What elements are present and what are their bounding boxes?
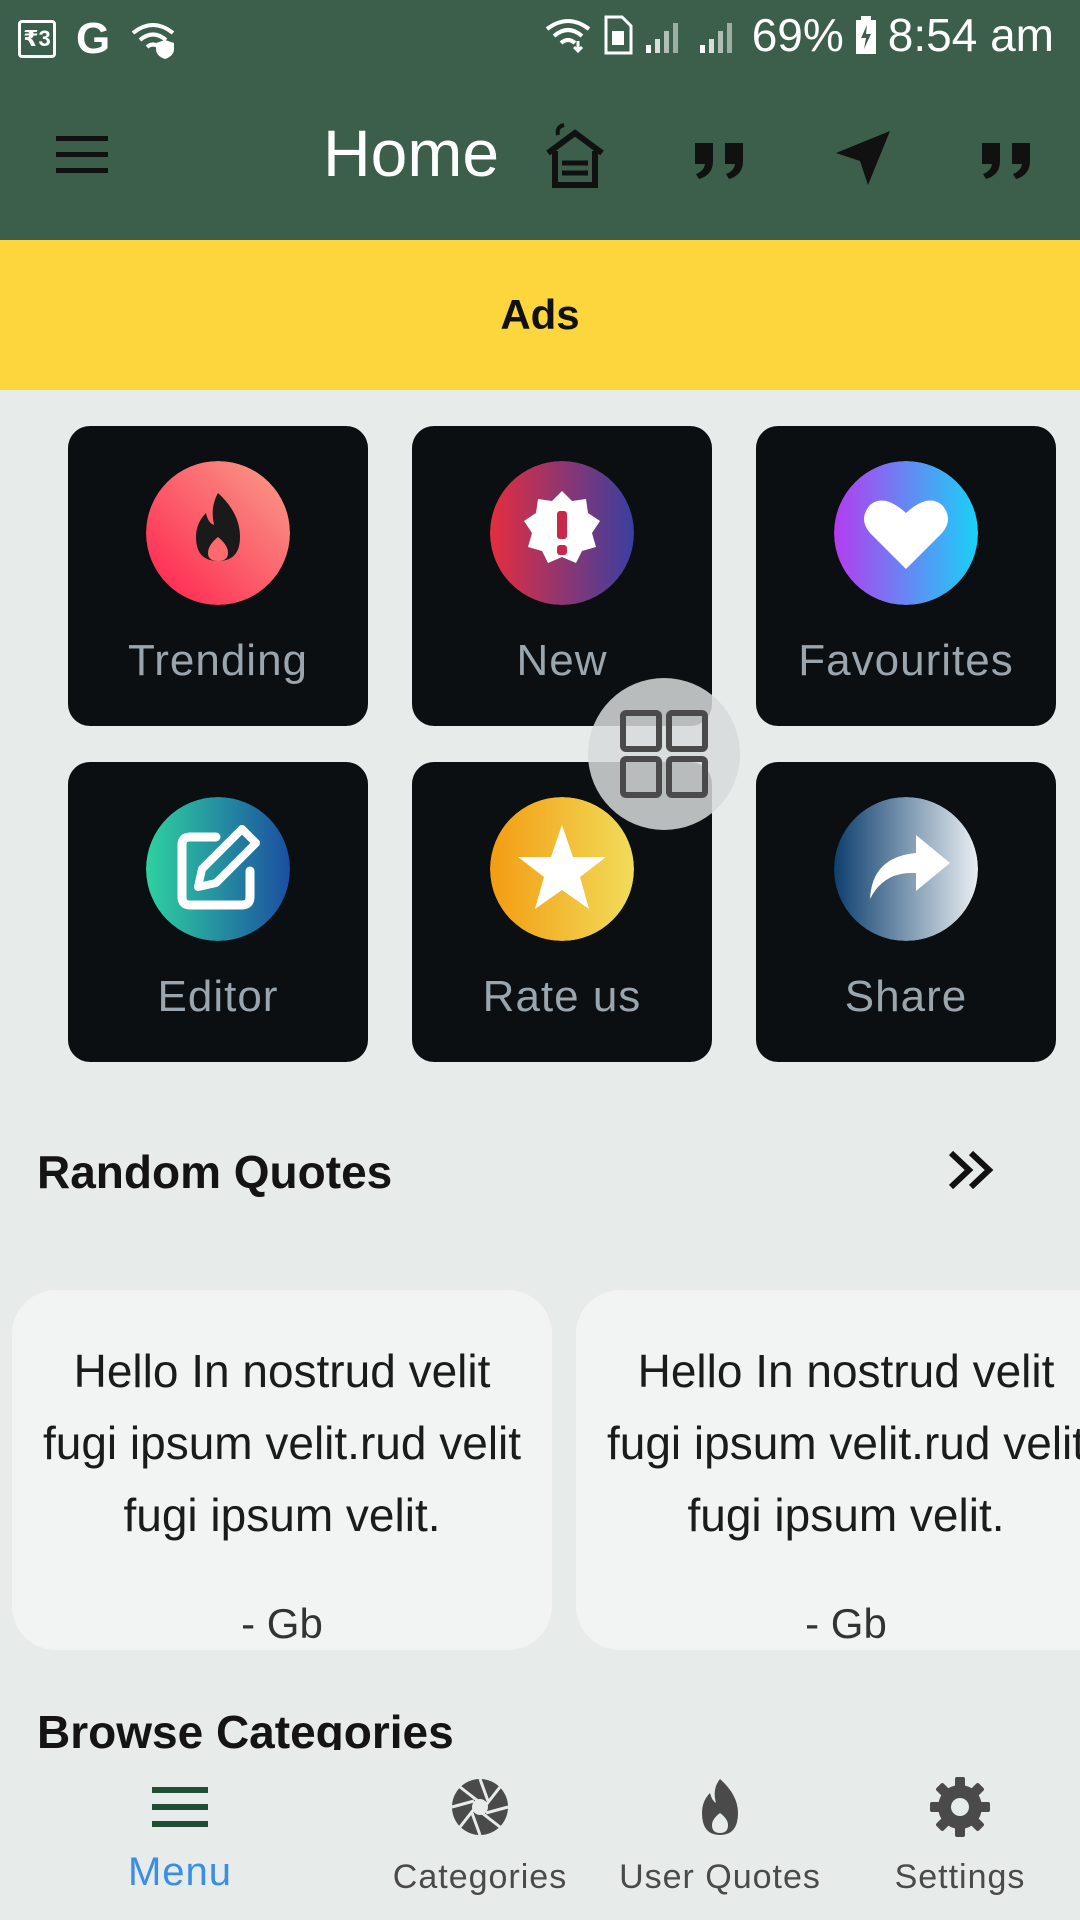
signal-1-icon — [645, 23, 678, 53]
ads-banner[interactable]: Ads — [0, 240, 1080, 390]
tile-label: Favourites — [798, 636, 1014, 685]
aperture-icon — [451, 1778, 509, 1836]
quote-author: - Gb — [241, 1600, 323, 1647]
home-icon[interactable] — [540, 123, 610, 193]
wifi-data-icon — [545, 19, 590, 54]
quote-card[interactable]: Hello In nostrud velit fugi ipsum velit.… — [12, 1290, 552, 1650]
menu-icon — [152, 1787, 208, 1827]
fire-icon — [146, 461, 290, 605]
quote-icon[interactable] — [972, 123, 1042, 193]
floating-grid-button[interactable] — [588, 678, 740, 830]
tile-trending[interactable]: Trending — [68, 426, 368, 726]
tile-favourites[interactable]: Favourites — [756, 426, 1056, 726]
tile-label: Share — [844, 972, 968, 1021]
heart-icon — [834, 461, 978, 605]
quote-text: Hello In nostrud velit fugi ipsum velit.… — [606, 1345, 1080, 1541]
tile-share[interactable]: Share — [756, 762, 1056, 1062]
nav-menu[interactable]: Menu — [80, 1750, 280, 1920]
page-title: Home — [323, 116, 500, 190]
star-icon — [490, 797, 634, 941]
grid-icon — [620, 710, 708, 798]
google-icon: G — [76, 14, 111, 63]
random-quotes-title: Random Quotes — [37, 1146, 393, 1198]
tile-editor[interactable]: Editor — [68, 762, 368, 1062]
app-bar: Home — [0, 75, 1080, 240]
carrier-badge: ₹3 — [18, 20, 56, 58]
battery-percent: 69% — [751, 9, 844, 61]
signal-2-icon — [699, 23, 732, 53]
nav-categories[interactable]: Categories — [380, 1750, 580, 1920]
tile-label: Editor — [157, 972, 279, 1021]
nav-user-quotes[interactable]: User Quotes — [610, 1750, 830, 1920]
gear-icon — [930, 1777, 990, 1837]
nav-settings[interactable]: Settings — [860, 1750, 1060, 1920]
status-left: ₹3 G — [18, 14, 176, 64]
nav-label: User Quotes — [619, 1858, 821, 1896]
quote-card[interactable]: Hello In nostrud velit fugi ipsum velit.… — [576, 1290, 1080, 1650]
tile-label: Rate us — [482, 972, 642, 1021]
status-right: 69% 8:54 am — [544, 8, 1054, 62]
quote-text: Hello In nostrud velit fugi ipsum velit.… — [42, 1345, 522, 1541]
sim-icon — [604, 15, 633, 55]
nav-label: Menu — [127, 1850, 233, 1894]
menu-icon[interactable] — [52, 130, 112, 180]
ads-label: Ads — [500, 291, 580, 338]
nav-label: Categories — [392, 1858, 568, 1896]
fire-icon — [702, 1779, 738, 1835]
new-badge-icon — [490, 461, 634, 605]
wifi-shield-icon — [131, 23, 175, 59]
battery-icon — [855, 16, 876, 54]
clock: 8:54 am — [887, 9, 1054, 61]
status-bar: ₹3 G 69% 8:54 am — [0, 0, 1080, 75]
double-chevron-right-icon[interactable] — [945, 1145, 1000, 1195]
quote-author: - Gb — [805, 1600, 887, 1647]
quote-icon[interactable] — [685, 123, 755, 193]
edit-icon — [146, 797, 290, 941]
send-icon[interactable] — [828, 123, 898, 193]
nav-label: Settings — [894, 1858, 1026, 1896]
tile-label: Trending — [127, 636, 309, 685]
share-icon — [834, 797, 978, 941]
bottom-nav: Menu Categories User Quotes Settings — [0, 1750, 1080, 1920]
